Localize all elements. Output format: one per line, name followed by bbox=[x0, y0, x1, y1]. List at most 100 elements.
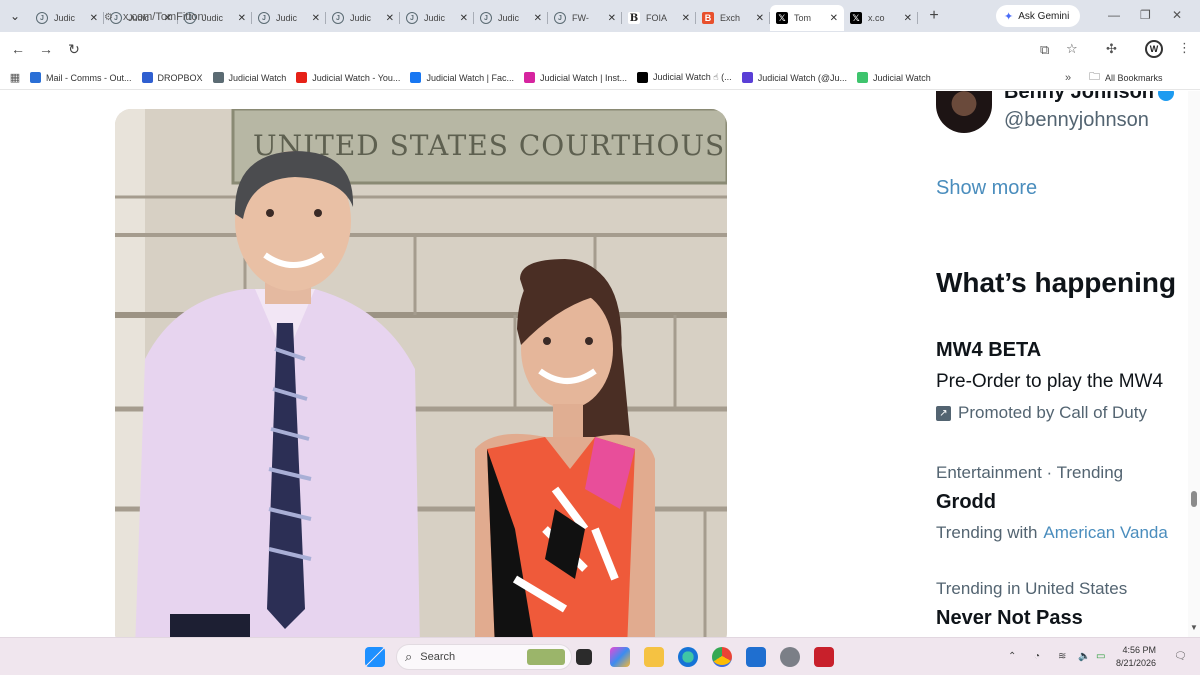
reload-icon[interactable]: ↻ bbox=[60, 41, 88, 58]
bookmark-favicon-icon bbox=[410, 72, 422, 83]
battery-icon[interactable]: ▭ bbox=[1096, 651, 1105, 662]
bookmark-star-icon[interactable]: ☆ bbox=[1066, 41, 1078, 57]
minimize-icon[interactable]: — bbox=[1108, 8, 1120, 22]
settings-gear-icon[interactable] bbox=[780, 647, 800, 667]
bookmark-item[interactable]: Judicial Watch | Inst... bbox=[523, 72, 628, 83]
trend-with-link[interactable]: American Vanda bbox=[1043, 523, 1167, 542]
bookmark-favicon-icon bbox=[637, 72, 649, 83]
windows-taskbar: ⌕ Search ⌃ ◔ ≋ 🔈 ▭ 4:56 PM 8/21/2026 🗨 bbox=[0, 637, 1200, 675]
start-windows-icon[interactable] bbox=[365, 647, 385, 667]
promoted-arrow-icon: ↗ bbox=[936, 406, 951, 422]
bookmarks-overflow-icon[interactable]: » bbox=[1065, 72, 1089, 84]
taskbar-search-input[interactable]: ⌕ Search bbox=[396, 644, 572, 670]
bookmark-favicon-icon bbox=[141, 72, 153, 83]
extensions-icon[interactable]: ✣ bbox=[1106, 41, 1117, 57]
voice-app-icon[interactable] bbox=[814, 647, 834, 667]
browser-tab[interactable]: J Judic ✕ bbox=[30, 5, 104, 31]
whats-happening-title: What’s happening bbox=[936, 267, 1177, 298]
edge-browser-icon[interactable] bbox=[678, 647, 698, 667]
taskbar-clock[interactable]: 4:56 PM 8/21/2026 bbox=[1116, 644, 1156, 670]
clock-date: 8/21/2026 bbox=[1116, 658, 1157, 668]
all-bookmarks-button[interactable]: 🗀 All Bookmarks bbox=[1089, 68, 1163, 87]
bookmark-favicon-icon bbox=[523, 72, 535, 83]
back-icon[interactable]: ← bbox=[4, 41, 32, 57]
trend-promoted-text: Promoted by Call of Duty bbox=[958, 403, 1147, 422]
site-info-icon[interactable]: ⚙ bbox=[104, 12, 113, 23]
who-to-follow-avatar[interactable] bbox=[936, 91, 992, 133]
trend-context: Entertainment · Trending bbox=[936, 463, 1124, 482]
bookmark-item[interactable]: Judicial Watch | Fac... bbox=[410, 72, 514, 83]
outlook-icon[interactable] bbox=[746, 647, 766, 667]
bookmark-favicon-icon bbox=[857, 72, 869, 83]
trend-promoted: ↗ Promoted by Call of Duty bbox=[936, 403, 1147, 423]
tab-search-chevron-icon[interactable]: ⌄ bbox=[0, 0, 30, 32]
bookmark-label: Judicial Watch ☝ (... bbox=[653, 72, 732, 82]
bookmark-label: Judicial Watch bbox=[873, 72, 931, 83]
file-explorer-icon[interactable] bbox=[644, 647, 664, 667]
bookmark-item[interactable]: Judicial Watch bbox=[212, 72, 287, 83]
trend-with-label: Trending with bbox=[936, 523, 1038, 542]
page-scrollbar[interactable]: ▼ bbox=[1188, 91, 1200, 637]
bookmark-item[interactable]: DROPBOX bbox=[141, 72, 203, 83]
bookmark-item[interactable]: Judicial Watch ☝ (... bbox=[637, 72, 732, 83]
tab-label: Judic bbox=[54, 13, 76, 23]
courthouse-photo-illustration: UNITED STATES COURTHOUS bbox=[115, 109, 727, 637]
trend-context: Trending in United States bbox=[936, 579, 1128, 598]
search-highlight-icon bbox=[527, 649, 565, 665]
bookmark-label: Judicial Watch bbox=[228, 72, 287, 83]
right-sidebar: Benny Johnson @bennyjohnson Show more Wh… bbox=[936, 91, 1200, 637]
trend-title: Never Not Pass bbox=[936, 607, 1083, 629]
trend-subtitle: Pre-Order to play the MW4 bbox=[936, 371, 1164, 392]
scroll-down-arrow-icon[interactable]: ▼ bbox=[1190, 623, 1198, 632]
bookmark-item[interactable]: Judicial Watch - You... bbox=[296, 72, 400, 83]
folder-icon: 🗀 bbox=[1089, 71, 1100, 83]
trend-with: Trending with American Vanda bbox=[936, 523, 1168, 543]
apps-grid-icon[interactable]: ▦ bbox=[0, 71, 30, 84]
search-icon: ⌕ bbox=[405, 649, 413, 664]
clock-time: 4:56 PM bbox=[1122, 645, 1157, 655]
bookmark-label: Judicial Watch (@Ju... bbox=[757, 72, 848, 83]
bookmark-favicon-icon bbox=[212, 72, 224, 83]
install-app-icon[interactable]: ⧉ bbox=[1040, 42, 1049, 58]
close-window-icon[interactable]: ✕ bbox=[1172, 8, 1182, 22]
verified-badge-icon bbox=[1158, 91, 1175, 101]
browser-toolbar: ← → ↻ bbox=[0, 32, 1200, 66]
bookmark-item[interactable]: Mail - Comms - Out... bbox=[30, 72, 132, 83]
trend-title: Grodd bbox=[936, 491, 996, 513]
bookmark-favicon-icon bbox=[296, 72, 308, 83]
task-view-icon[interactable] bbox=[576, 649, 592, 665]
bookmark-item[interactable]: Judicial Watch bbox=[857, 72, 931, 83]
bookmark-label: Judicial Watch | Inst... bbox=[539, 72, 628, 83]
who-to-follow-name[interactable]: Benny Johnson bbox=[1004, 91, 1175, 104]
bookmark-label: Judicial Watch - You... bbox=[312, 72, 401, 83]
bookmark-favicon-icon bbox=[741, 72, 753, 83]
trend-title: MW4 BETA bbox=[936, 339, 1042, 361]
all-bookmarks-label: All Bookmarks bbox=[1105, 72, 1163, 83]
page-content: UNITED STATES COURTHOUS Benny Johnson @b… bbox=[0, 91, 1200, 637]
volume-icon[interactable]: 🔈 bbox=[1078, 651, 1090, 662]
browser-menu-icon[interactable]: ⋮ bbox=[1178, 40, 1191, 56]
notifications-icon[interactable]: 🗨 bbox=[1174, 651, 1187, 662]
chrome-browser-icon[interactable] bbox=[712, 647, 732, 667]
profile-avatar-icon[interactable]: W bbox=[1145, 40, 1163, 58]
who-to-follow-handle: @bennyjohnson bbox=[1004, 109, 1149, 131]
scrollbar-thumb[interactable] bbox=[1191, 491, 1197, 507]
bookmark-label: Judicial Watch | Fac... bbox=[426, 72, 514, 83]
bookmark-label: Mail - Comms - Out... bbox=[46, 72, 132, 83]
taskbar-search-placeholder: Search bbox=[420, 651, 456, 663]
tray-app-icon[interactable]: ◔ bbox=[1034, 651, 1040, 662]
restore-icon[interactable]: ❐ bbox=[1140, 8, 1151, 22]
bookmarks-bar: ▦ Mail - Comms - Out... DROPBOX Judicial W… bbox=[0, 66, 1200, 90]
show-more-link[interactable]: Show more bbox=[936, 177, 1037, 200]
bookmark-item[interactable]: Judicial Watch (@Ju... bbox=[741, 72, 848, 83]
wifi-icon[interactable]: ≋ bbox=[1058, 651, 1066, 662]
post-photo[interactable]: UNITED STATES COURTHOUS bbox=[115, 109, 727, 637]
address-bar[interactable]: ⚙ x.com/TomFitton bbox=[96, 5, 1096, 29]
bookmark-label: DROPBOX bbox=[157, 72, 203, 83]
copilot-icon[interactable] bbox=[610, 647, 630, 667]
address-url: x.com/TomFitton bbox=[122, 11, 204, 23]
judicial-watch-icon: J bbox=[36, 12, 48, 24]
forward-icon[interactable]: → bbox=[32, 41, 60, 57]
tray-overflow-chevron-icon[interactable]: ⌃ bbox=[1008, 651, 1016, 662]
follow-name-text: Benny Johnson bbox=[1004, 91, 1155, 103]
